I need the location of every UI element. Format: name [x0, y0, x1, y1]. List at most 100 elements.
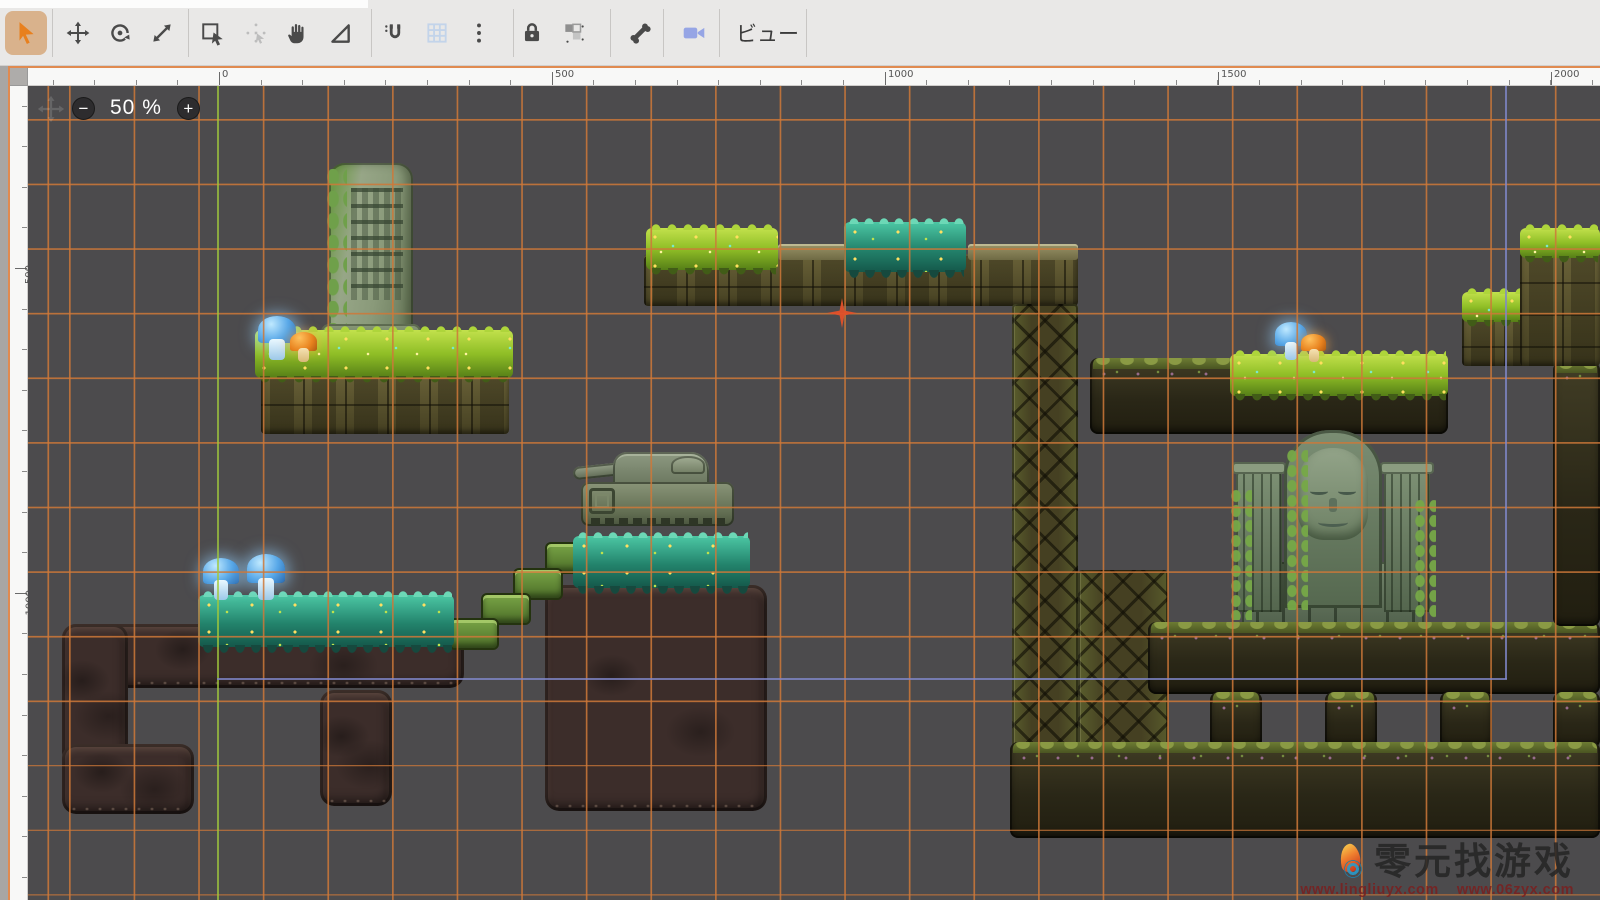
toolbar-separator: [719, 9, 720, 57]
guide-line-blue-vertical[interactable]: [1505, 86, 1507, 679]
ruler-major-tick: [1551, 72, 1552, 85]
level-canvas[interactable]: − 50 % + 零元找游戏 www.lingliuyx.com www.06z…: [28, 86, 1600, 900]
watermark: 零元找游戏 www.lingliuyx.com www.06zyx.com: [1300, 843, 1574, 898]
tile-snap-icon: [561, 20, 587, 46]
ruler-label: 1000: [888, 69, 913, 80]
ruler-tick: [1259, 80, 1260, 85]
ruler-horizontal[interactable]: 0500100015002000: [28, 68, 1600, 86]
tile-tombstone[interactable]: [329, 163, 413, 339]
magnet-icon: [382, 20, 408, 46]
sprite-statue-face[interactable]: [1228, 430, 1438, 636]
video-camera-icon: [681, 20, 707, 46]
tile-dirt-foot[interactable]: [62, 744, 194, 814]
ruler-tick: [760, 80, 761, 85]
tile-platform-top-middle-lime-grass[interactable]: [646, 228, 778, 270]
tile-right-beam-grass[interactable]: [1230, 354, 1448, 396]
ruler-tick: [22, 309, 27, 310]
tile-platform-upper-left-grass[interactable]: [255, 330, 513, 378]
ruler-tick: [22, 552, 27, 553]
ruler-major-tick: [885, 72, 886, 85]
hand-tool-button[interactable]: [277, 11, 319, 55]
tile-flat-cap: [778, 244, 846, 260]
ruler-tick: [1301, 80, 1302, 85]
ruler-tick: [1425, 80, 1426, 85]
view-menu-button[interactable]: ビュー: [722, 11, 813, 55]
ruler-tick: [1509, 80, 1510, 85]
ruler-tick: [22, 755, 27, 756]
ruler-major-tick: [552, 72, 553, 85]
ruler-tick: [801, 80, 802, 85]
ruler-tick: [22, 674, 27, 675]
statue-vine: [1286, 450, 1308, 610]
toolbar: ビュー: [0, 0, 1600, 66]
select-arrow-icon: [13, 20, 39, 46]
lock-tool-button[interactable]: [511, 11, 553, 55]
bone-tool-button[interactable]: [619, 11, 661, 55]
guide-line-green-vertical[interactable]: [217, 86, 219, 900]
ruler-label: 0: [222, 69, 228, 80]
move-tool-button[interactable]: [57, 11, 99, 55]
ruler-corner[interactable]: [10, 68, 28, 86]
ruler-tick: [1384, 80, 1385, 85]
tile-stair-step[interactable]: [449, 618, 499, 650]
ruler-tick: [968, 80, 969, 85]
toolbar-separator: [371, 9, 372, 57]
scale-tool-button[interactable]: [141, 11, 183, 55]
ruler-tick: [22, 877, 27, 878]
ruler-tick: [53, 80, 54, 85]
ruler-tick: [1467, 80, 1468, 85]
ruler-tick: [22, 796, 27, 797]
tile-dirt-middle-leg[interactable]: [320, 690, 392, 806]
ruler-tick: [635, 80, 636, 85]
watermark-title: 零元找游戏: [1374, 843, 1574, 880]
ruler-tick: [843, 80, 844, 85]
tile-pillar-leg[interactable]: [1553, 692, 1600, 748]
tile-snap-tool-button[interactable]: [553, 11, 595, 55]
tile-pillar-leg[interactable]: [1325, 692, 1377, 748]
rect-select-tool-button[interactable]: [192, 11, 234, 55]
grid-toggle-button[interactable]: [416, 11, 458, 55]
ruler-vertical[interactable]: 5001000: [10, 86, 28, 900]
statue-nose: [1329, 498, 1337, 512]
guide-line-blue-horizontal[interactable]: [217, 678, 1507, 680]
tank-slits: [591, 518, 725, 525]
ruler-tick: [510, 80, 511, 85]
tile-far-right-column[interactable]: [1553, 362, 1600, 626]
tile-pillar-leg[interactable]: [1210, 692, 1262, 748]
tile-teal-platform-left[interactable]: [198, 595, 454, 647]
tombstone-moss: [327, 169, 347, 339]
statue-eye: [1310, 488, 1328, 495]
ruler-tick: [22, 715, 27, 716]
zoom-in-button[interactable]: +: [177, 97, 200, 120]
select-tool-button[interactable]: [5, 11, 47, 55]
ruler-tick: [593, 80, 594, 85]
ruler-tick: [177, 80, 178, 85]
tile-diamond-column[interactable]: [1012, 304, 1078, 752]
tank-dome: [671, 456, 705, 474]
camera-tool-button[interactable]: [673, 11, 715, 55]
title-strip: [0, 0, 368, 8]
statue-vine: [1230, 490, 1252, 620]
magnet-snap-tool-button[interactable]: [374, 11, 416, 55]
tile-step-grass[interactable]: [1520, 228, 1600, 258]
ruler-label: 500: [555, 69, 574, 80]
tile-dirt-mass[interactable]: [545, 585, 767, 811]
more-options-button[interactable]: [458, 11, 500, 55]
tile-pillar-leg[interactable]: [1440, 692, 1492, 748]
tile-platform-top-middle-teal-grass[interactable]: [844, 222, 966, 272]
ruler-tick: [94, 80, 95, 85]
zoom-out-button[interactable]: −: [72, 97, 95, 120]
rect-select-icon: [200, 20, 226, 46]
tile-mid-right-beam[interactable]: [1148, 622, 1600, 694]
tile-tank-platform-grass[interactable]: [573, 536, 750, 588]
toolbar-separator: [188, 9, 189, 57]
ruler-tick: [1134, 80, 1135, 85]
tile-bottom-beam[interactable]: [1010, 742, 1600, 838]
rotate-tool-button[interactable]: [99, 11, 141, 55]
ruler-tick: [22, 430, 27, 431]
snap-cursor-tool-button[interactable]: [235, 11, 277, 55]
ruler-major-tick: [219, 72, 220, 85]
ruler-tick: [1051, 80, 1052, 85]
tile-step-stone[interactable]: [1520, 250, 1600, 366]
measure-tool-button[interactable]: [319, 11, 361, 55]
